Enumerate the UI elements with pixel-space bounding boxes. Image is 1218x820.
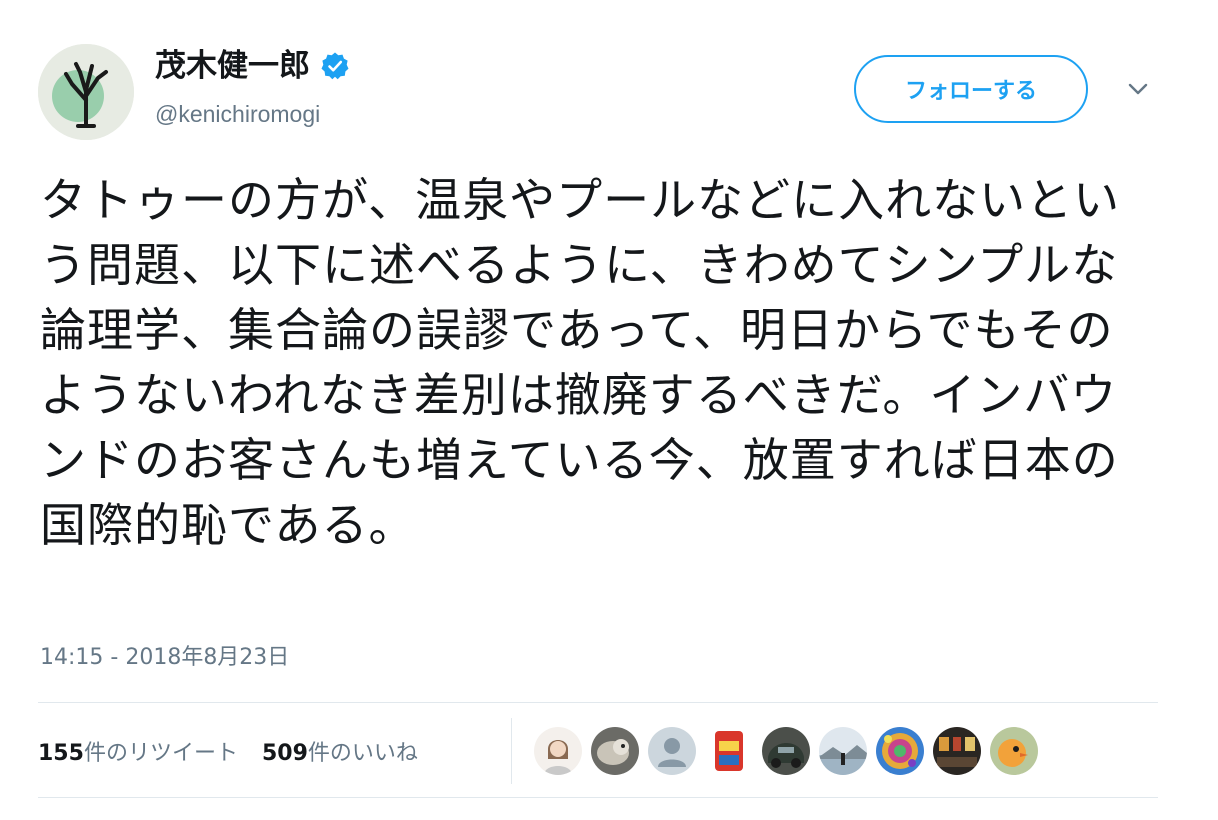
follow-button[interactable]: フォローする [854,55,1088,123]
liker-avatar-6-icon [819,727,867,775]
avatar[interactable] [38,44,134,140]
chevron-down-icon[interactable] [1124,75,1152,103]
divider-top [38,702,1158,703]
like-count: 509 [261,741,308,766]
liker-avatar-7-icon [876,727,924,775]
follow-button-label: フォローする [904,79,1037,104]
display-name-text: 茂木健一郎 [155,48,310,84]
liker-avatar-3[interactable] [648,727,696,775]
stats-separator [511,718,512,784]
default-user-icon [648,727,696,775]
like-count-link[interactable]: 509 件のいいね [262,735,418,767]
tweet-text: タトゥーの方が、温泉やプールなどに入れないという問題、以下に述べるように、きわめ… [40,173,1121,552]
liker-avatar-1-icon [534,727,582,775]
liker-avatar-4[interactable] [705,727,753,775]
liker-avatar-2[interactable] [591,727,639,775]
liker-avatar-6[interactable] [819,727,867,775]
like-count-label: 件のいいね [307,741,418,766]
user-handle[interactable]: @kenichiromogi [155,98,320,130]
liker-avatars [534,726,1047,776]
liker-avatar-5-icon [762,727,810,775]
retweet-count: 155 [38,741,84,766]
liker-avatar-4-icon [705,727,753,775]
tweet-timestamp[interactable]: 14:15 - 2018年8月23日 [40,642,289,674]
liker-avatar-8-icon [933,727,981,775]
divider-bottom [38,797,1158,798]
liker-avatar-1[interactable] [534,727,582,775]
liker-avatar-9-icon [990,727,1038,775]
liker-avatar-2-icon [591,727,639,775]
liker-avatar-8[interactable] [933,727,981,775]
liker-avatar-9[interactable] [990,727,1038,775]
retweet-count-link[interactable]: 155 件のリツイート [38,735,238,767]
tree-drawing-avatar-icon [38,44,134,140]
liker-avatar-7[interactable] [876,727,924,775]
display-name[interactable]: 茂木健一郎 [155,46,350,86]
tweet-stats: 155 件のリツイート 509 件のいいね [38,726,418,776]
liker-avatar-5[interactable] [762,727,810,775]
retweet-count-label: 件のリツイート [83,741,238,766]
verified-badge-icon [321,52,349,80]
